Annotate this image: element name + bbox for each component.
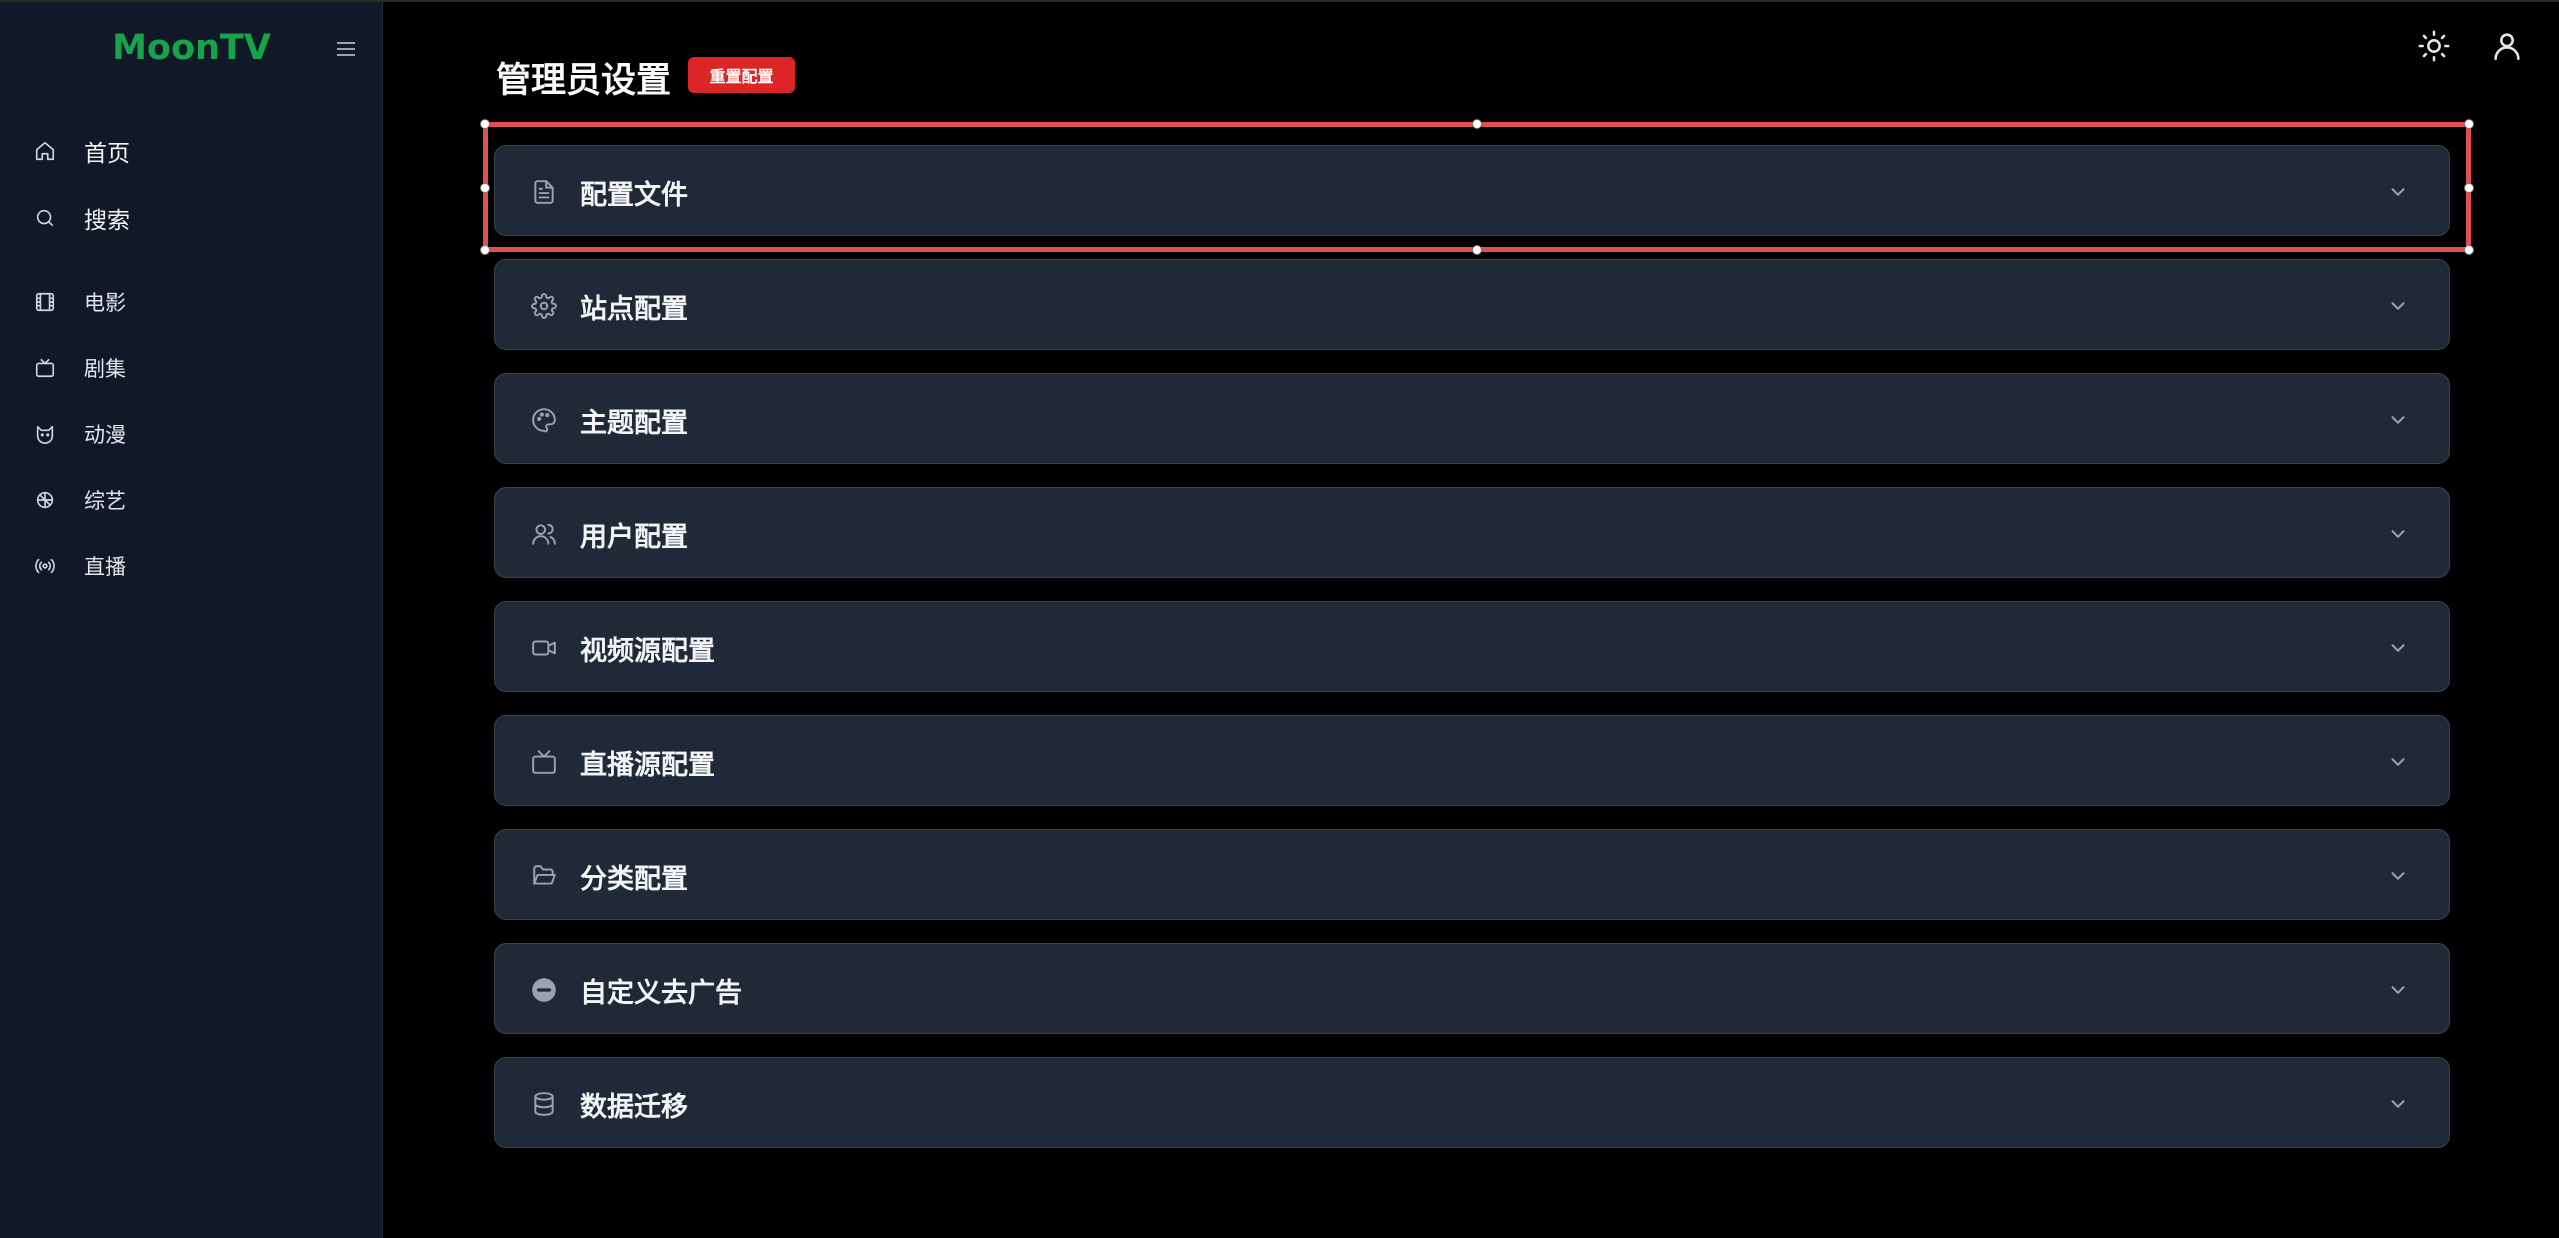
resize-handle[interactable] — [480, 119, 490, 129]
users-icon — [531, 521, 557, 547]
sidebar-item-label: 搜索 — [84, 208, 130, 234]
chevron-down-icon — [2387, 409, 2409, 431]
sidebar-item-home[interactable]: 首页 — [24, 129, 359, 173]
accordion-theme-config[interactable]: 主题配置 — [494, 373, 2450, 464]
sidebar-item-label: 剧集 — [84, 357, 126, 381]
sidebar: MoonTV 首页 搜索 电影 剧集 动漫 综艺 直播 — [0, 2, 383, 1238]
accordion-custom-ad-block[interactable]: 自定义去广告 — [494, 943, 2450, 1034]
chevron-down-icon — [2387, 523, 2409, 545]
database-icon — [531, 1091, 557, 1117]
accordion-user-config[interactable]: 用户配置 — [494, 487, 2450, 578]
sidebar-item-variety[interactable]: 综艺 — [24, 478, 359, 522]
reset-config-button[interactable]: 重置配置 — [688, 57, 795, 93]
sidebar-item-label: 首页 — [84, 141, 130, 167]
sidebar-item-movies[interactable]: 电影 — [24, 280, 359, 324]
accordion-title: 用户配置 — [580, 522, 688, 553]
chevron-down-icon — [2387, 637, 2409, 659]
accordion-category-config[interactable]: 分类配置 — [494, 829, 2450, 920]
accordion-title: 分类配置 — [580, 864, 688, 895]
accordion-site-config[interactable]: 站点配置 — [494, 259, 2450, 350]
accordion-data-migration[interactable]: 数据迁移 — [494, 1057, 2450, 1148]
accordion-title: 直播源配置 — [580, 750, 715, 781]
sidebar-item-series[interactable]: 剧集 — [24, 346, 359, 390]
resize-handle[interactable] — [1472, 245, 1482, 255]
chevron-down-icon — [2387, 295, 2409, 317]
sidebar-item-label: 直播 — [84, 555, 126, 579]
radio-icon — [24, 554, 66, 578]
tv-icon — [24, 356, 66, 380]
resize-handle[interactable] — [480, 183, 490, 193]
sidebar-item-search[interactable]: 搜索 — [24, 196, 359, 240]
sidebar-item-live[interactable]: 直播 — [24, 544, 359, 588]
sidebar-item-anime[interactable]: 动漫 — [24, 412, 359, 456]
sidebar-item-label: 综艺 — [84, 489, 126, 513]
user-icon[interactable] — [2487, 26, 2527, 66]
minus-circle-icon — [531, 977, 557, 1003]
app-root: MoonTV 首页 搜索 电影 剧集 动漫 综艺 直播 管理员设置 重置配置 配… — [0, 0, 2559, 1238]
accordion-title: 主题配置 — [580, 408, 688, 439]
home-icon — [24, 139, 66, 163]
clover-icon — [24, 488, 66, 512]
accordion-title: 配置文件 — [580, 180, 688, 211]
palette-icon — [531, 407, 557, 433]
accordion-title: 站点配置 — [580, 294, 688, 325]
chevron-down-icon — [2387, 1093, 2409, 1115]
accordion-video-source-config[interactable]: 视频源配置 — [494, 601, 2450, 692]
accordion-title: 自定义去广告 — [580, 978, 742, 1009]
cat-icon — [24, 422, 66, 446]
resize-handle[interactable] — [2464, 119, 2474, 129]
brand-logo[interactable]: MoonTV — [0, 28, 383, 68]
video-icon — [531, 635, 557, 661]
resize-handle[interactable] — [480, 245, 490, 255]
resize-handle[interactable] — [1472, 119, 1482, 129]
search-icon — [24, 206, 66, 230]
resize-handle[interactable] — [2464, 183, 2474, 193]
sidebar-item-label: 动漫 — [84, 423, 126, 447]
accordion-title: 数据迁移 — [580, 1092, 688, 1123]
chevron-down-icon — [2387, 181, 2409, 203]
chevron-down-icon — [2387, 865, 2409, 887]
accordion-title: 视频源配置 — [580, 636, 715, 667]
page-title: 管理员设置 — [496, 61, 672, 101]
tv-icon — [531, 749, 557, 775]
resize-handle[interactable] — [2464, 245, 2474, 255]
settings-icon — [531, 293, 557, 319]
file-text-icon — [531, 179, 557, 205]
hamburger-menu-icon[interactable] — [337, 41, 355, 57]
sun-icon[interactable] — [2414, 26, 2454, 66]
accordion-config-file[interactable]: 配置文件 — [494, 145, 2450, 236]
accordion-live-source-config[interactable]: 直播源配置 — [494, 715, 2450, 806]
film-icon — [24, 290, 66, 314]
folder-open-icon — [531, 863, 557, 889]
sidebar-item-label: 电影 — [84, 291, 126, 315]
chevron-down-icon — [2387, 751, 2409, 773]
chevron-down-icon — [2387, 979, 2409, 1001]
